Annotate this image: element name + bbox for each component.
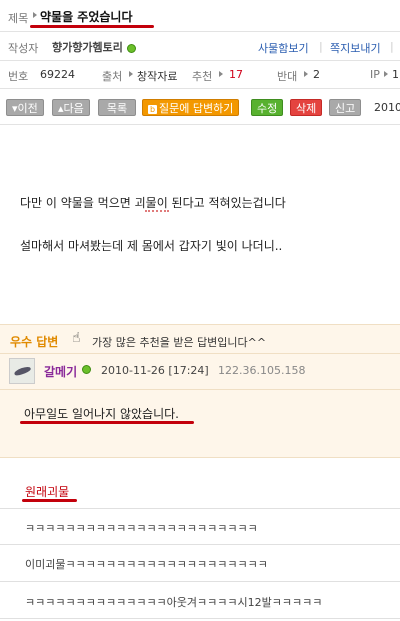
ip-arrow-icon [384,71,388,77]
post-body-line: 설마해서 마셔봤는데 제 몸에서 갑자기 빛이 나더니.. [20,239,283,253]
answer-label: 질문에 답변하기 [159,102,234,115]
bird-icon [13,365,32,377]
comment-underline [22,499,77,502]
locker-link[interactable]: 사물함보기 [258,40,309,56]
comment-text: 원래괴물 [25,485,70,499]
best-answer-badge: 우수 답변 [10,335,59,349]
dotted-underline [145,210,169,212]
delete-button[interactable]: 삭제 [290,99,323,116]
comment-text: ㅋㅋㅋㅋㅋㅋㅋㅋㅋㅋㅋㅋㅋㅋㅋㅋㅋㅋㅋㅋㅋㅋㅋ [25,522,258,535]
divider [0,124,400,125]
ip-value: 1 [392,68,399,81]
answer-user[interactable]: 갈메기 [44,363,77,380]
avatar [9,358,35,384]
best-answer-header-divider [0,353,400,354]
comment-divider [0,544,400,545]
post-date: 2010 [374,101,400,114]
edit-button[interactable]: 수정 [251,99,284,116]
ip-label: IP [370,68,380,81]
comment-divider [0,618,400,619]
title-underline [30,25,154,28]
number-label: 번호 [8,70,29,83]
author-name-text: 향가향가헴토리 [52,41,123,54]
source-label: 출처 [102,70,123,83]
online-status-icon [126,43,136,53]
recommend-label: 추천 [192,70,213,83]
link-separator: | [319,40,323,53]
oppose-label: 반대 [277,70,298,83]
page-title: 약물을 주었습니다 [40,10,133,24]
answer-ip: 122.36.105.158 [218,364,306,377]
post-number: 69224 [40,68,75,81]
answer-datetime: 2010-11-26 [17:24] [101,364,209,377]
oppose-count: 2 [313,68,320,81]
recommend-arrow-icon [219,71,223,77]
list-button[interactable]: 목록 [98,99,136,116]
title-arrow-icon [33,12,37,18]
next-button[interactable]: ▴다음 [52,99,90,116]
divider [0,60,400,61]
author-row: 작성자 향가향가헴토리 사물함보기 | 쪽지보내기 | [0,36,400,60]
title-label: 제목 [8,12,29,25]
comment-divider [0,581,400,582]
report-button[interactable]: 신고 [329,99,362,116]
best-answer-text: 아무일도 일어나지 않았습니다. [24,407,179,421]
prev-button[interactable]: ▾이전 [6,99,44,116]
best-answer-note: 가장 많은 추천을 받은 답변입니다^^ [92,336,267,349]
comment-text: 이미괴물ㅋㅋㅋㅋㅋㅋㅋㅋㅋㅋㅋㅋㅋㅋㅋㅋㅋㅋㅋㅋ [25,558,268,571]
comment-divider [0,508,400,509]
online-status-icon [82,365,91,374]
comment-text: ㅋㅋㅋㅋㅋㅋㅋㅋㅋㅋㅋㅋㅋㅋ아웃겨ㅋㅋㅋㅋ시12발ㅋㅋㅋㅋㅋ [25,596,323,609]
answer-button[interactable]: b 질문에 답변하기 [142,99,240,116]
send-message-link[interactable]: 쪽지보내기 [330,40,381,56]
post-body-line: 다만 이 약물을 먹으면 괴물이 된다고 적혀있는겁니다 [20,196,286,210]
meta-row: 번호 69224 출처 창작자료 추천 17 반대 2 IP 1 [0,64,400,86]
answer-icon: b [148,105,157,114]
divider [0,31,400,32]
best-answer-user-divider [0,389,400,390]
link-separator: | [390,40,394,53]
best-answer-box: 우수 답변 ☝ 가장 많은 추천을 받은 답변입니다^^ 갈메기 2010-11… [0,324,400,458]
author-name[interactable]: 향가향가헴토리 [52,39,136,55]
author-label: 작성자 [8,42,39,55]
thumbs-up-icon: ☝ [72,330,81,346]
prev-label: 이전 [17,102,38,115]
divider [0,88,400,89]
source-arrow-icon [129,71,133,77]
oppose-arrow-icon [304,71,308,77]
answer-underline [20,421,194,424]
next-label: 다음 [63,102,84,115]
recommend-count: 17 [229,68,243,81]
source-value: 창작자료 [137,70,178,83]
